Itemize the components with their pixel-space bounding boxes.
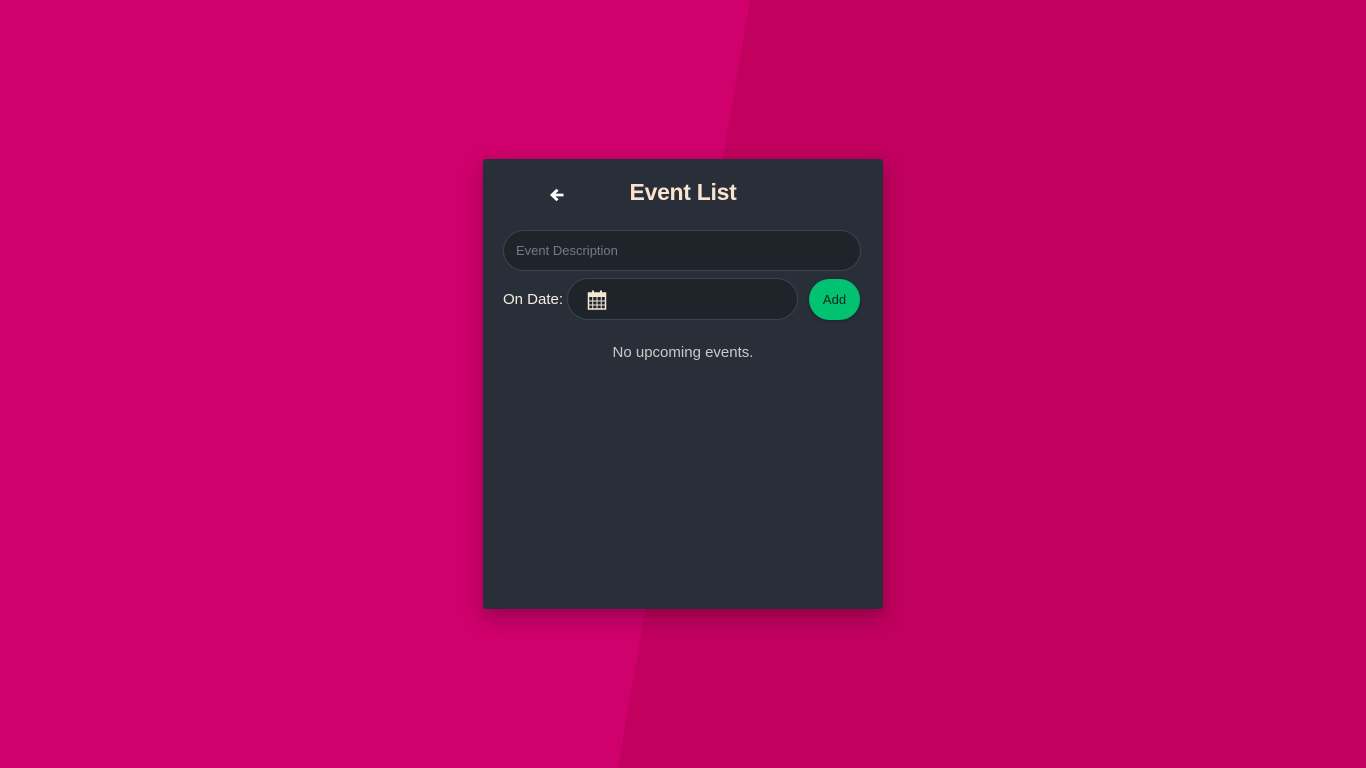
add-event-button[interactable]: Add bbox=[809, 279, 860, 320]
event-description-input[interactable] bbox=[503, 230, 861, 271]
page-title: Event List bbox=[629, 179, 737, 205]
empty-events-message: No upcoming events. bbox=[612, 344, 754, 361]
on-date-label: On Date: bbox=[503, 291, 564, 308]
date-picker-field[interactable] bbox=[567, 278, 798, 320]
card-header: Event List bbox=[483, 159, 883, 231]
event-list-card: Event List On Date: Add No upcoming even… bbox=[483, 159, 883, 609]
calendar-icon[interactable] bbox=[587, 290, 607, 310]
